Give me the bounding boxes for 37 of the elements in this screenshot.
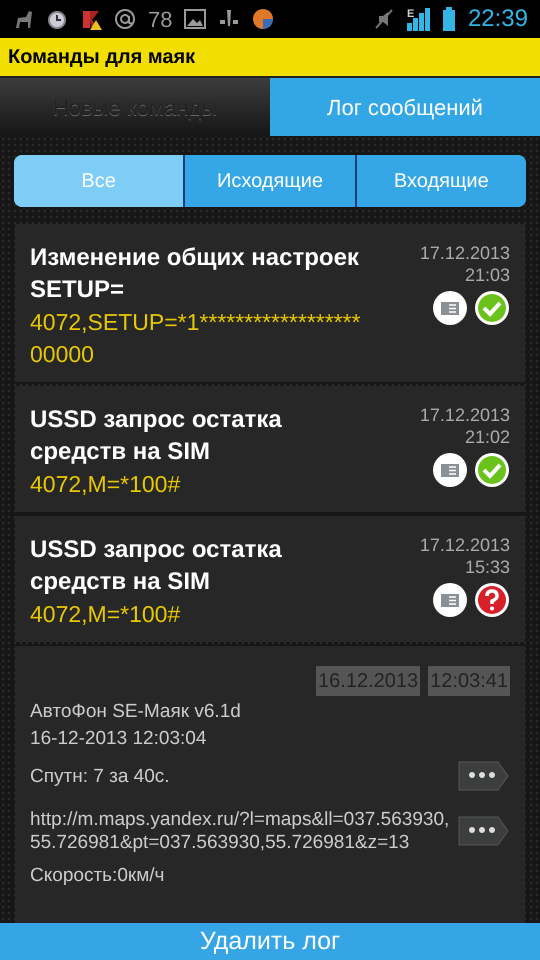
battery-icon	[442, 7, 456, 31]
command-text: 4072,M=*100#	[30, 600, 182, 629]
message-time: 21:02	[464, 426, 510, 448]
message-title: USSD запрос остатка средств на SIM	[30, 405, 283, 467]
message-time: 15:33	[464, 556, 510, 578]
sim-card-icon	[432, 452, 468, 488]
warning-icon	[80, 8, 102, 30]
muted-icon	[372, 8, 395, 30]
message-card[interactable]: Изменение общих настроек SETUP= 4072,SETUP=*1******************00000 17.12.2013 21:03	[15, 224, 525, 382]
clock-time: 22:39	[468, 4, 528, 34]
message-title: Изменение общих настроек SETUP=	[30, 243, 360, 305]
command-text: 4072,SETUP=*1******************00000	[30, 308, 362, 369]
sim-card-icon	[432, 290, 468, 326]
message-line: 16-12-2013 12:03:04	[30, 727, 208, 750]
tab[interactable]: Лог сообщений	[270, 78, 540, 136]
filter-tab[interactable]: Входящие	[354, 155, 526, 207]
message-line: Спутн: 7 за 40с.	[30, 764, 171, 788]
notification-count: 78	[148, 6, 172, 34]
message-time: 21:03	[464, 264, 510, 286]
message-date: 17.12.2013	[420, 242, 510, 264]
message-line: АвтоФон SE-Маяк v6.1d	[30, 700, 242, 723]
delete-log-button[interactable]: Удалить лог	[0, 923, 540, 960]
message-card[interactable]: USSD запрос остатка средств на SIM 4072,M=*100# 17.12.2013 15:33	[15, 516, 525, 642]
at-sign-icon	[114, 8, 136, 30]
app-title: Команды для маяк	[8, 45, 196, 70]
message-date: 17.12.2013	[420, 534, 510, 556]
message-card[interactable]: USSD запрос остатка средств на SIM 4072,M=*100# 17.12.2013 21:02	[15, 386, 525, 512]
command-text: 4072,M=*100#	[30, 470, 182, 499]
message-date: 17.12.2013	[420, 404, 510, 426]
sim-card-icon	[432, 582, 468, 618]
alarm-clock-icon	[46, 8, 68, 30]
tab[interactable]: Новые команды	[0, 78, 270, 136]
message-line: Скорость:0км/ч	[30, 864, 166, 887]
message-line: http://m.maps.yandex.ru/?l=maps&ll=037.563930,55.726981&pt=037.563930,55.726981&z=13	[30, 808, 450, 854]
image-icon	[184, 8, 206, 30]
filter-tab[interactable]: Все	[14, 155, 184, 207]
message-title: USSD запрос остатка средств на SIM	[30, 535, 283, 597]
